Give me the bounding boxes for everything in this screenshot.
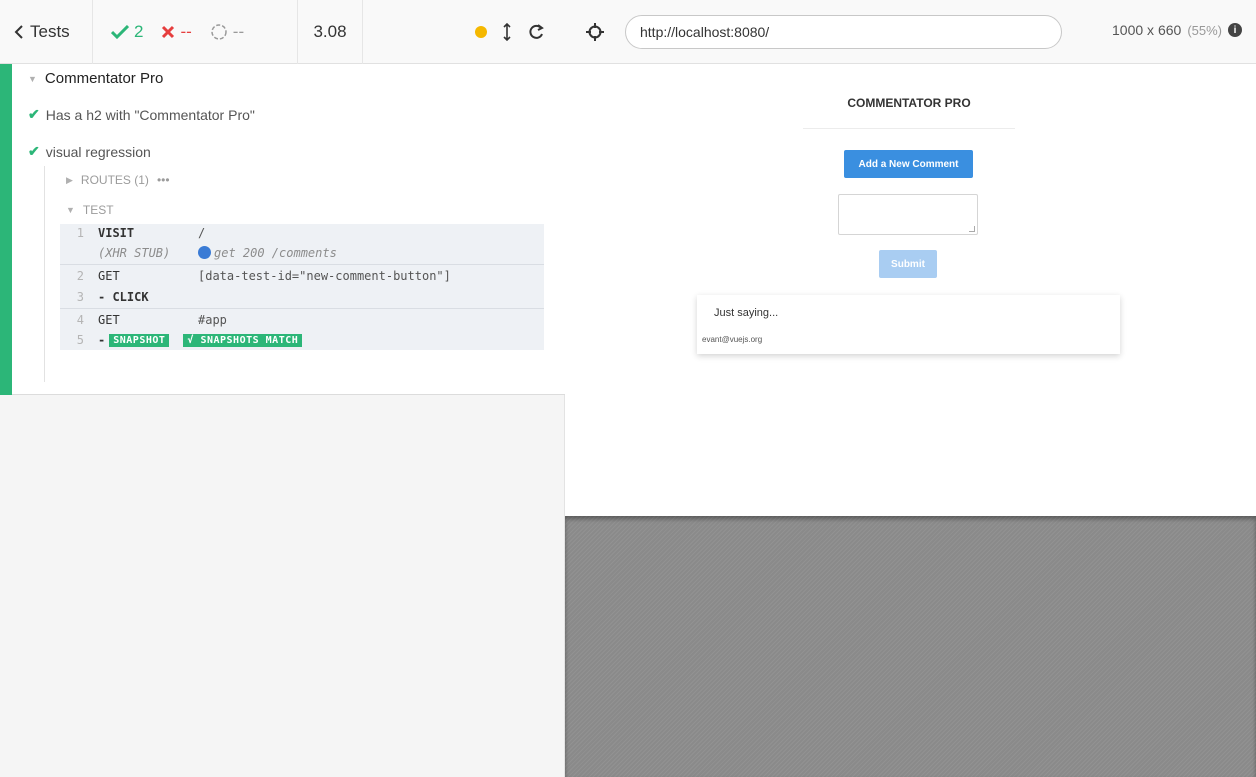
chevron-left-icon — [14, 24, 24, 39]
command-message: #app — [198, 312, 227, 327]
snapshot-badge: SNAPSHOT — [109, 333, 170, 347]
status-dot-icon — [475, 25, 487, 38]
submit-button[interactable]: Submit — [879, 250, 937, 278]
test-row[interactable]: ✔ visual regression — [28, 143, 151, 160]
viewport-size: 1000 x 660 — [1112, 22, 1182, 38]
duration: 3.08 — [298, 0, 363, 64]
command-row[interactable]: 3 - CLICK — [60, 286, 544, 308]
reporter-header: Tests 2 -- -- 3.08 — [0, 0, 565, 64]
routes-label: ROUTES (1) — [80, 173, 149, 187]
command-index: 5 — [76, 333, 84, 347]
command-index: 1 — [76, 226, 84, 240]
url-field[interactable]: http://localhost:8080/ — [625, 14, 1062, 49]
viewport-info[interactable]: 1000 x 660 (55%) i — [1112, 22, 1242, 38]
tests-label: Tests — [30, 21, 70, 41]
command-name: VISIT — [98, 226, 135, 240]
command-row[interactable]: 2 GET [data-test-id="new-comment-button"… — [60, 264, 544, 286]
command-name: GET — [98, 312, 120, 327]
stats: 2 -- -- — [93, 0, 298, 64]
reload-icon[interactable] — [527, 23, 545, 41]
pending-stat: -- — [210, 22, 244, 42]
cypress-runner: Tests 2 -- -- 3.08 ▼ Commentator Pro ✔ H… — [0, 0, 1256, 777]
caret-right-icon: ▶ — [66, 174, 73, 185]
command-message: get 200 /comments — [198, 246, 544, 260]
command-name: - — [98, 333, 106, 347]
comment-card: Just saying... evant@vuejs.org — [697, 295, 1120, 354]
routes-toggle[interactable]: ▶ ROUTES (1) ••• — [66, 173, 170, 187]
add-comment-button[interactable]: Add a New Comment — [844, 150, 973, 178]
test-label: TEST — [82, 203, 114, 217]
passed-indicator — [0, 64, 12, 395]
caret-down-icon: ▼ — [66, 205, 75, 215]
command-log: 1 VISIT / (XHR STUB) get 200 /comments 2… — [60, 224, 544, 350]
xhr-dot-icon — [198, 246, 211, 259]
info-icon[interactable]: i — [1228, 23, 1242, 37]
app-title: COMMENTATOR PRO — [803, 96, 1015, 129]
passed-stat: 2 — [111, 22, 143, 42]
selector-playground-button[interactable] — [565, 22, 625, 41]
xhr-message: get 200 /comments — [214, 246, 337, 260]
failed-stat: -- — [161, 21, 192, 42]
check-icon: ✔ — [28, 106, 40, 122]
passed-count: 2 — [134, 21, 144, 41]
comment-textarea[interactable] — [838, 194, 978, 235]
command-name: GET — [98, 268, 120, 283]
test-title: visual regression — [45, 143, 151, 160]
url-text: http://localhost:8080/ — [640, 23, 770, 40]
scroll-arrow-icon[interactable] — [503, 22, 511, 41]
app-iframe: COMMENTATOR PRO Add a New Comment Submit… — [565, 64, 1256, 516]
test-row[interactable]: ✔ Has a h2 with "Commentator Pro" — [28, 106, 255, 123]
command-row[interactable]: 5 - SNAPSHOT √ SNAPSHOTS MATCH — [60, 330, 544, 350]
reporter-panel: Tests 2 -- -- 3.08 ▼ Commentator Pro ✔ H… — [0, 0, 565, 777]
run-controls — [363, 0, 565, 64]
failed-count: -- — [180, 21, 192, 41]
command-message: / — [198, 226, 206, 240]
suite-title: Commentator Pro — [44, 70, 164, 87]
pending-count: -- — [232, 21, 245, 41]
command-index: 4 — [76, 312, 84, 327]
command-name: - CLICK — [98, 290, 149, 304]
x-icon — [161, 25, 175, 39]
command-name: (XHR STUB) — [98, 246, 171, 260]
command-index: 2 — [76, 268, 84, 283]
circle-pending-icon — [210, 23, 228, 41]
command-message: [data-test-id="new-comment-button"] — [198, 268, 451, 283]
comment-author: evant@vuejs.org — [702, 335, 763, 344]
command-index: 3 — [76, 290, 84, 304]
more-icon: ••• — [156, 173, 170, 187]
viewport-gutter — [565, 516, 1256, 777]
suite-title-row[interactable]: ▼ Commentator Pro — [28, 70, 163, 87]
aut-header: http://localhost:8080/ 1000 x 660 (55%) … — [565, 0, 1256, 64]
viewport-scale: (55%) — [1187, 22, 1222, 38]
check-icon: ✔ — [28, 143, 40, 159]
command-row[interactable]: 1 VISIT / — [60, 224, 544, 242]
check-icon — [111, 24, 129, 39]
test-title: Has a h2 with "Commentator Pro" — [45, 106, 255, 123]
nesting-line — [44, 166, 45, 382]
suite-runnable: ▼ Commentator Pro ✔ Has a h2 with "Comme… — [0, 64, 565, 395]
command-row[interactable]: (XHR STUB) get 200 /comments — [60, 242, 544, 264]
caret-down-icon: ▼ — [28, 73, 37, 84]
back-to-tests-button[interactable]: Tests — [0, 0, 93, 64]
crosshair-icon — [586, 22, 604, 41]
command-row[interactable]: 4 GET #app — [60, 308, 544, 330]
test-toggle[interactable]: ▼ TEST — [66, 203, 114, 217]
snapshots-match-badge: √ SNAPSHOTS MATCH — [183, 333, 303, 347]
comment-text: Just saying... — [714, 307, 779, 319]
app-under-test-panel: http://localhost:8080/ 1000 x 660 (55%) … — [565, 0, 1256, 777]
